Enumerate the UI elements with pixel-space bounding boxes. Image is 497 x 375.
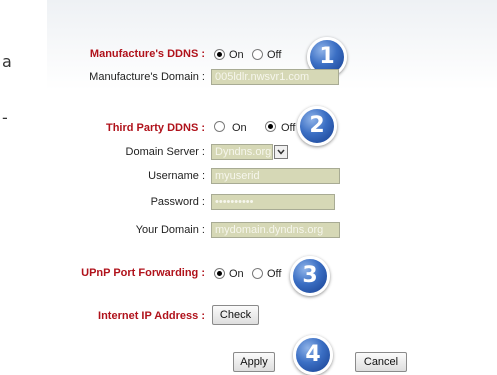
manufacturer-ddns-label: Manufacture's DDNS : [89,48,205,60]
username-input[interactable]: myuserid [211,168,340,184]
internet-ip-address-label: Internet IP Address : [98,310,205,322]
upnp-off-label[interactable]: Off [267,268,281,280]
third-party-ddns-off-radio[interactable] [265,121,276,132]
your-domain-label: Your Domain : [135,224,205,236]
upnp-port-forwarding-label: UPnP Port Forwarding : [81,267,205,279]
manufacturer-ddns-off-label[interactable]: Off [267,49,281,61]
step-4-badge: 4 [293,335,333,375]
manufacturer-ddns-off-radio[interactable] [252,49,263,60]
step-2-badge: 2 [297,106,337,146]
third-party-ddns-off-label[interactable]: Off [281,122,295,134]
password-input[interactable]: •••••••••• [211,194,335,210]
cancel-button[interactable]: Cancel [355,352,407,372]
manufacturer-ddns-on-label[interactable]: On [229,49,244,61]
third-party-ddns-on-label[interactable]: On [232,122,247,134]
apply-button[interactable]: Apply [233,352,275,372]
domain-server-select[interactable]: Dyndns.org [211,144,273,160]
upnp-on-label[interactable]: On [229,268,244,280]
left-fragment-a: a [2,52,12,71]
step-3-badge: 3 [290,256,330,296]
third-party-ddns-label: Third Party DDNS : [105,122,205,134]
your-domain-input[interactable]: mydomain.dyndns.org [211,222,340,238]
upnp-off-radio[interactable] [252,268,263,279]
password-label: Password : [150,196,205,208]
manufacturer-domain-field[interactable]: 005ldlr.nwsvr1.com [211,69,339,85]
username-label: Username : [148,170,205,182]
chevron-down-icon[interactable] [274,145,288,159]
domain-server-label: Domain Server : [125,146,205,158]
manufacturer-ddns-on-radio[interactable] [214,49,225,60]
upnp-on-radio[interactable] [214,268,225,279]
manufacturer-domain-label: Manufacture's Domain : [89,71,205,83]
check-button[interactable]: Check [212,305,259,325]
left-fragment-dash: - [2,108,8,127]
third-party-ddns-on-radio[interactable] [214,121,225,132]
